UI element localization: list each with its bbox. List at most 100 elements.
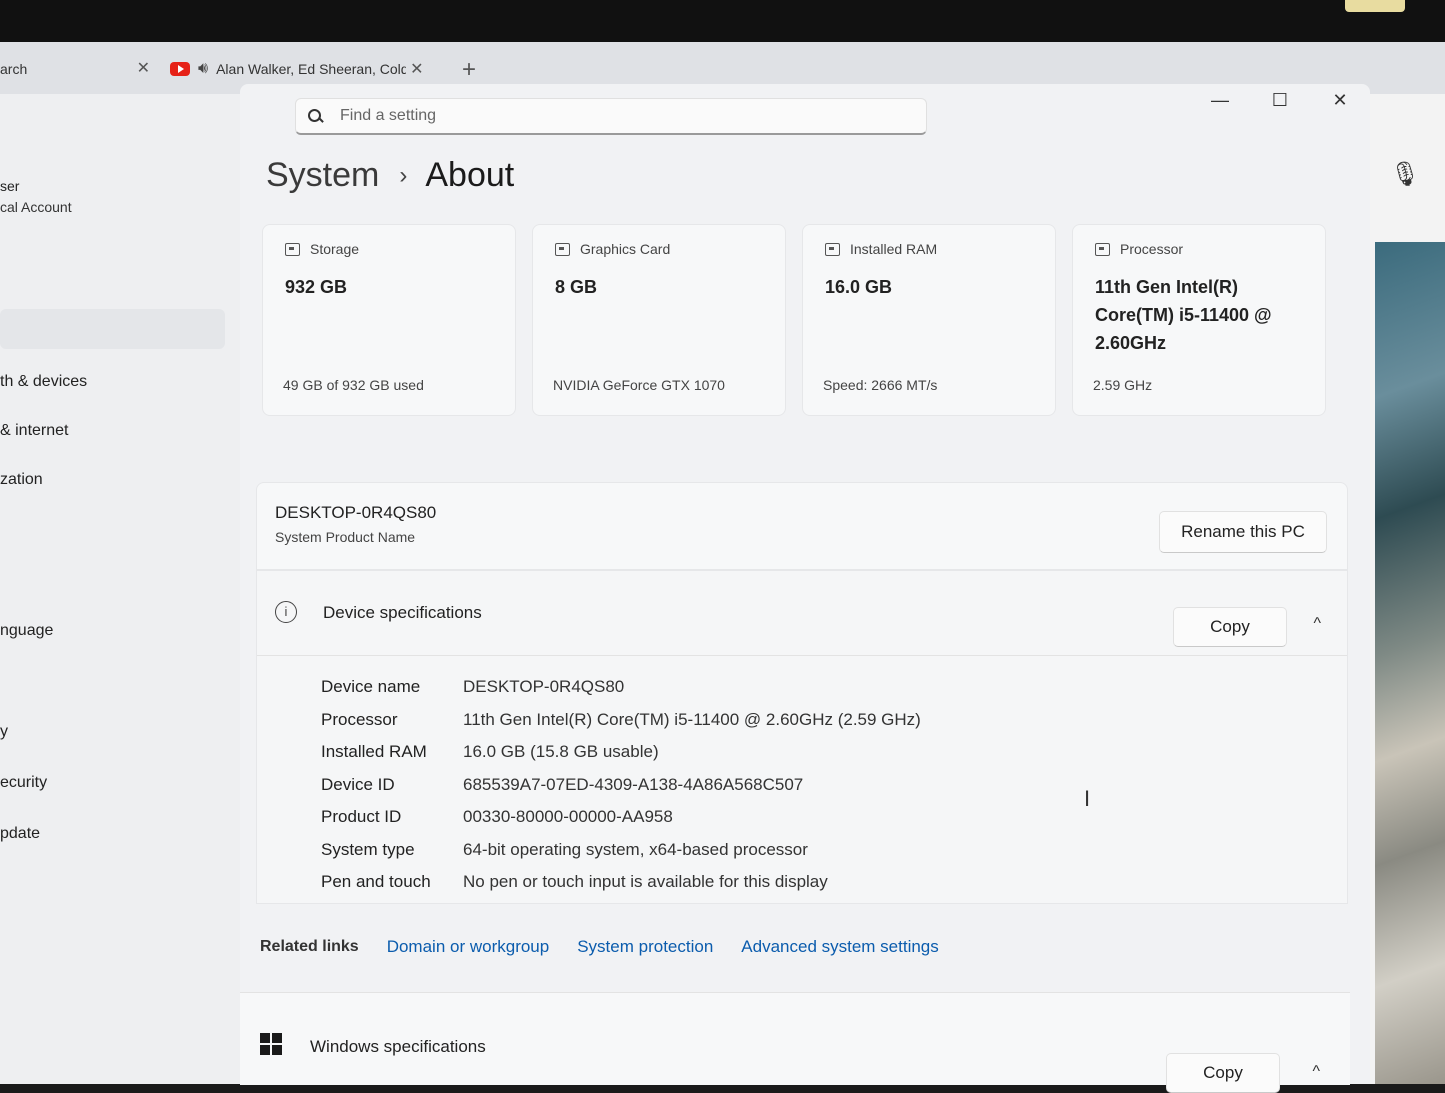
card-value: 11th Gen Intel(R) Core(TM) i5-11400 @ 2.… <box>1095 277 1272 353</box>
spec-rows: Device name DESKTOP-0R4QS80 Processor 11th… <box>321 671 921 899</box>
close-icon[interactable]: ✕ <box>410 59 423 79</box>
close-icon[interactable]: ✕ <box>137 58 150 78</box>
browser-tab-youtube[interactable]: 🔊︎ Alan Walker, Ed Sheeran, Cold ✕ <box>160 52 450 86</box>
settings-sidebar: ser cal Account th & devices & internet … <box>0 94 240 1084</box>
related-links-label: Related links <box>260 938 359 955</box>
link-system-protection[interactable]: System protection <box>577 937 713 957</box>
ram-icon <box>825 242 840 256</box>
pc-product-name: System Product Name <box>275 529 416 545</box>
copy-button[interactable]: Copy <box>1166 1053 1280 1093</box>
card-subtext: 49 GB of 932 GB used <box>283 377 424 393</box>
related-links: Related links Domain or workgroup System… <box>240 904 1350 990</box>
sidebar-item-privacy-security[interactable]: ecurity <box>0 774 47 792</box>
speaker-icon[interactable]: 🔊︎ <box>198 60 208 78</box>
spec-key: Processor <box>321 709 398 729</box>
page-title: About <box>425 156 515 194</box>
tab-label: arch <box>0 61 28 77</box>
rename-pc-button[interactable]: Rename this PC <box>1159 511 1327 553</box>
sidebar-item-accessibility[interactable]: y <box>0 723 8 741</box>
card-value: 8 GB <box>555 277 598 297</box>
pc-name-panel: DESKTOP-0R4QS80 System Product Name Rena… <box>256 482 1348 570</box>
card-subtext: NVIDIA GeForce GTX 1070 <box>553 377 725 393</box>
spec-value: 685539A7-07ED-4309-A138-4A86A568C507 <box>463 774 804 794</box>
section-title: Device specifications <box>323 603 482 622</box>
card-title: Graphics Card <box>580 241 671 257</box>
card-title: Installed RAM <box>850 241 938 257</box>
storage-card[interactable]: Storage 932 GB 49 GB of 932 GB used <box>262 224 516 416</box>
card-header: Processor <box>1095 241 1183 257</box>
device-specifications-header[interactable]: i Device specifications Copy ^ <box>257 571 1347 656</box>
sidebar-item-network-internet[interactable]: & internet <box>0 422 68 440</box>
card-title: Processor <box>1120 241 1184 257</box>
spec-key: Installed RAM <box>321 742 427 762</box>
storage-icon <box>285 242 300 256</box>
sticky-note <box>1345 0 1405 12</box>
microphone-icon[interactable]: 🎙︎ <box>1390 160 1420 192</box>
spec-key: Product ID <box>321 807 402 827</box>
sidebar-item-bluetooth-devices[interactable]: th & devices <box>0 373 87 391</box>
graphics-card[interactable]: Graphics Card 8 GB NVIDIA GeForce GTX 10… <box>532 224 786 416</box>
link-domain-workgroup[interactable]: Domain or workgroup <box>387 937 550 957</box>
chevron-right-icon: › <box>399 161 408 189</box>
pc-hostname: DESKTOP-0R4QS80 <box>275 503 437 522</box>
minimize-button[interactable]: — <box>1208 90 1232 111</box>
card-title: Storage <box>310 241 360 257</box>
spec-value: 16.0 GB (15.8 GB usable) <box>463 742 659 762</box>
search-input[interactable]: Find a setting <box>295 98 927 135</box>
tab-label: Alan Walker, Ed Sheeran, Cold <box>216 61 407 77</box>
close-button[interactable]: ✕ <box>1328 90 1352 111</box>
card-value: 932 GB <box>285 277 348 297</box>
sidebar-item-time-language[interactable]: nguage <box>0 622 53 640</box>
chevron-up-icon[interactable]: ^ <box>1312 1063 1320 1081</box>
text-cursor-icon: I <box>1084 786 1091 811</box>
search-placeholder: Find a setting <box>340 107 437 124</box>
processor-icon <box>1095 242 1110 256</box>
chevron-up-icon[interactable]: ^ <box>1313 615 1321 633</box>
wallpaper-image <box>1375 242 1445 1084</box>
graphics-card-icon <box>555 242 570 256</box>
sidebar-item-windows-update[interactable]: pdate <box>0 825 40 843</box>
card-header: Storage <box>285 241 359 257</box>
spec-row: Device name DESKTOP-0R4QS80 <box>321 671 921 704</box>
sidebar-item-system[interactable] <box>0 309 225 349</box>
new-tab-button[interactable]: + <box>462 56 476 84</box>
spec-value: DESKTOP-0R4QS80 <box>463 677 625 697</box>
user-account-type: cal Account <box>0 199 72 215</box>
spec-key: Device ID <box>321 774 395 794</box>
card-header: Installed RAM <box>825 241 937 257</box>
maximize-button[interactable]: ☐ <box>1268 90 1292 111</box>
spec-value: No pen or touch input is available for t… <box>463 872 828 892</box>
spec-row: Pen and touch No pen or touch input is av… <box>321 866 921 899</box>
section-title: Windows specifications <box>310 1037 486 1056</box>
breadcrumb: System › About <box>266 156 514 195</box>
spec-row: Processor 11th Gen Intel(R) Core(TM) i5-1… <box>321 704 921 737</box>
monitor-bezel <box>0 0 1445 42</box>
ram-card[interactable]: Installed RAM 16.0 GB Speed: 2666 MT/s <box>802 224 1056 416</box>
spec-row: System type 64-bit operating system, x64-… <box>321 834 921 867</box>
info-icon: i <box>275 601 297 623</box>
youtube-icon <box>170 62 190 76</box>
browser-tab-search[interactable]: arch ✕ <box>0 52 160 86</box>
spec-row: Device ID 685539A7-07ED-4309-A138-4A86A56… <box>321 769 921 802</box>
spec-key: Device name <box>321 677 421 697</box>
spec-key: Pen and touch <box>321 872 431 892</box>
windows-logo-icon <box>260 1033 282 1055</box>
processor-card[interactable]: Processor 11th Gen Intel(R) Core(TM) i5-… <box>1072 224 1326 416</box>
card-subtext: Speed: 2666 MT/s <box>823 377 938 393</box>
summary-cards: Storage 932 GB 49 GB of 932 GB used Grap… <box>262 224 1326 416</box>
copy-button[interactable]: Copy <box>1173 607 1287 647</box>
spec-row: Installed RAM 16.0 GB (15.8 GB usable) <box>321 736 921 769</box>
card-header: Graphics Card <box>555 241 670 257</box>
sidebar-item-personalization[interactable]: zation <box>0 471 43 489</box>
windows-specifications-panel[interactable]: Windows specifications Copy ^ <box>240 992 1350 1093</box>
spec-row: Product ID 00330-80000-00000-AA958 <box>321 801 921 834</box>
link-advanced-system-settings[interactable]: Advanced system settings <box>741 937 938 957</box>
spec-key: System type <box>321 839 415 859</box>
spec-value: 00330-80000-00000-AA958 <box>463 807 673 827</box>
spec-value: 11th Gen Intel(R) Core(TM) i5-11400 @ 2.… <box>463 709 921 729</box>
breadcrumb-system[interactable]: System <box>266 156 379 195</box>
search-icon <box>308 109 322 123</box>
window-controls: — ☐ ✕ <box>1208 90 1352 111</box>
settings-window: — ☐ ✕ Find a setting System › About Stor… <box>240 84 1370 1093</box>
card-value: 16.0 GB <box>825 277 893 297</box>
